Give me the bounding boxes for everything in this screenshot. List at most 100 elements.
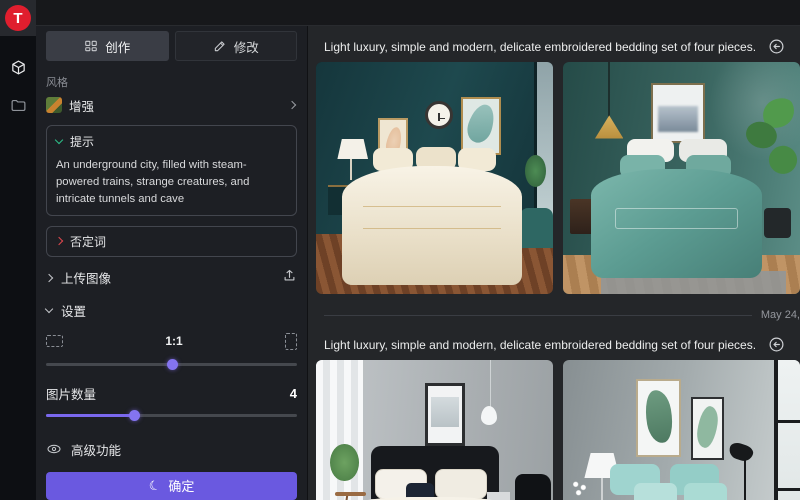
scene-window-bar [774, 488, 800, 491]
arrow-left-circle-icon [768, 336, 785, 353]
sidebar-item-files[interactable] [0, 88, 36, 122]
scene-lamp-cord [608, 62, 610, 118]
result-prompt-text: Light luxury, simple and modern, delicat… [324, 40, 756, 54]
aspect-ratio-slider[interactable] [46, 359, 297, 369]
result-image-row [316, 360, 800, 500]
eye-icon [46, 441, 62, 457]
avatar[interactable]: T [5, 5, 31, 31]
scene-plant [330, 444, 358, 481]
slider-fill [46, 414, 134, 417]
upload-button[interactable] [282, 268, 297, 288]
arrow-left-circle-icon [768, 38, 785, 55]
negative-header[interactable]: 否定词 [56, 233, 287, 250]
prompt-header[interactable]: 提示 [56, 133, 287, 150]
date-label: May 24, [761, 309, 800, 321]
scene-pillow [435, 469, 487, 499]
confirm-button-label: 确定 [168, 476, 194, 495]
negative-label: 否定词 [70, 233, 106, 250]
scene-pillow [634, 483, 677, 500]
scene-window [534, 62, 553, 229]
upload-icon [282, 268, 297, 283]
chevron-right-icon [288, 101, 296, 109]
scene-clock-hand [439, 118, 445, 120]
scene-art [431, 397, 459, 427]
result-prompt-text: Light luxury, simple and modern, delicat… [324, 338, 756, 352]
prompt-input[interactable]: An underground city, filled with steam-p… [56, 157, 287, 208]
tab-create[interactable]: 创作 [46, 31, 169, 61]
generated-image-4[interactable] [563, 360, 800, 500]
scene-flowers [570, 478, 589, 499]
chevron-down-icon [45, 305, 53, 313]
scene-plant [525, 155, 546, 187]
advanced-features-label: 高级功能 [71, 440, 121, 459]
aspect-ratio-value: 1:1 [63, 334, 285, 348]
app-window: T 创作 修改 [0, 0, 800, 500]
slider-thumb[interactable] [167, 359, 178, 370]
slider-thumb[interactable] [129, 410, 140, 421]
scene-plant-pot [764, 208, 790, 238]
cube-icon [10, 59, 27, 76]
negative-box[interactable]: 否定词 [46, 226, 297, 257]
image-count-slider[interactable] [46, 410, 297, 420]
scene-art [658, 106, 698, 132]
control-panel: 创作 修改 风格 增强 提示 An underground city, fill… [36, 0, 308, 500]
scene-chair [515, 474, 551, 500]
scene-window-bar [774, 420, 800, 423]
advanced-features-row[interactable]: 高级功能 [46, 440, 297, 459]
scene-window [774, 360, 800, 500]
style-value: 增强 [69, 96, 282, 115]
date-divider: May 24, [324, 307, 800, 323]
scene-stool [335, 492, 366, 496]
tab-modify-label: 修改 [234, 37, 259, 56]
edit-icon [213, 39, 227, 53]
image-count-label: 图片数量 [46, 384, 290, 403]
gallery-main: Light luxury, simple and modern, delicat… [308, 0, 800, 500]
folder-icon [10, 97, 27, 114]
scene-lamp-cord [490, 360, 491, 409]
divider-line [324, 315, 752, 316]
reuse-prompt-button[interactable] [768, 336, 785, 353]
scene-pendant-lamp [481, 406, 497, 425]
upload-row[interactable]: 上传图像 [46, 268, 297, 288]
sidebar-item-workspace[interactable] [0, 50, 36, 84]
result-image-row [316, 62, 800, 294]
confirm-button[interactable]: ☾ 确定 [46, 472, 297, 500]
prompt-box[interactable]: 提示 An underground city, filled with stea… [46, 125, 297, 216]
scene-embroidery-band [615, 208, 738, 229]
nav-rail: T [0, 0, 36, 500]
tab-create-label: 创作 [105, 37, 130, 56]
chevron-down-icon [55, 136, 63, 144]
result-prompt-row: Light luxury, simple and modern, delicat… [316, 323, 800, 360]
crescent-moon-icon: ☾ [146, 476, 162, 495]
scene-pillow [684, 483, 727, 500]
landscape-ratio-icon[interactable] [46, 335, 63, 347]
generated-image-2[interactable] [563, 62, 800, 294]
settings-label: 设置 [61, 301, 297, 320]
chevron-right-icon [55, 237, 63, 245]
gallery-feed: Light luxury, simple and modern, delicat… [308, 27, 800, 500]
scene-lamp [350, 159, 352, 180]
scene-lamp [337, 139, 368, 160]
upload-label: 上传图像 [61, 268, 273, 287]
mode-tabs: 创作 修改 [46, 31, 297, 61]
aspect-ratio-row: 1:1 [46, 333, 297, 350]
top-bar [36, 0, 800, 26]
scene-chair [520, 208, 553, 247]
result-prompt-row: Light luxury, simple and modern, delicat… [316, 27, 800, 62]
generated-image-3[interactable] [316, 360, 553, 500]
prompt-label: 提示 [70, 133, 94, 150]
settings-row[interactable]: 设置 [46, 301, 297, 321]
scene-lamp [601, 478, 603, 500]
avatar-tile[interactable]: T [0, 0, 36, 36]
style-section-label: 风格 [46, 74, 297, 90]
chevron-right-icon [45, 274, 53, 282]
image-count-row: 图片数量 4 [46, 384, 297, 403]
image-count-value: 4 [290, 386, 297, 401]
tab-modify[interactable]: 修改 [175, 31, 298, 61]
style-selector[interactable]: 增强 [46, 95, 297, 115]
style-thumbnail-icon [46, 97, 62, 113]
generated-image-1[interactable] [316, 62, 553, 294]
grid-icon [84, 39, 98, 53]
portrait-ratio-icon[interactable] [285, 333, 297, 350]
reuse-prompt-button[interactable] [768, 38, 785, 55]
